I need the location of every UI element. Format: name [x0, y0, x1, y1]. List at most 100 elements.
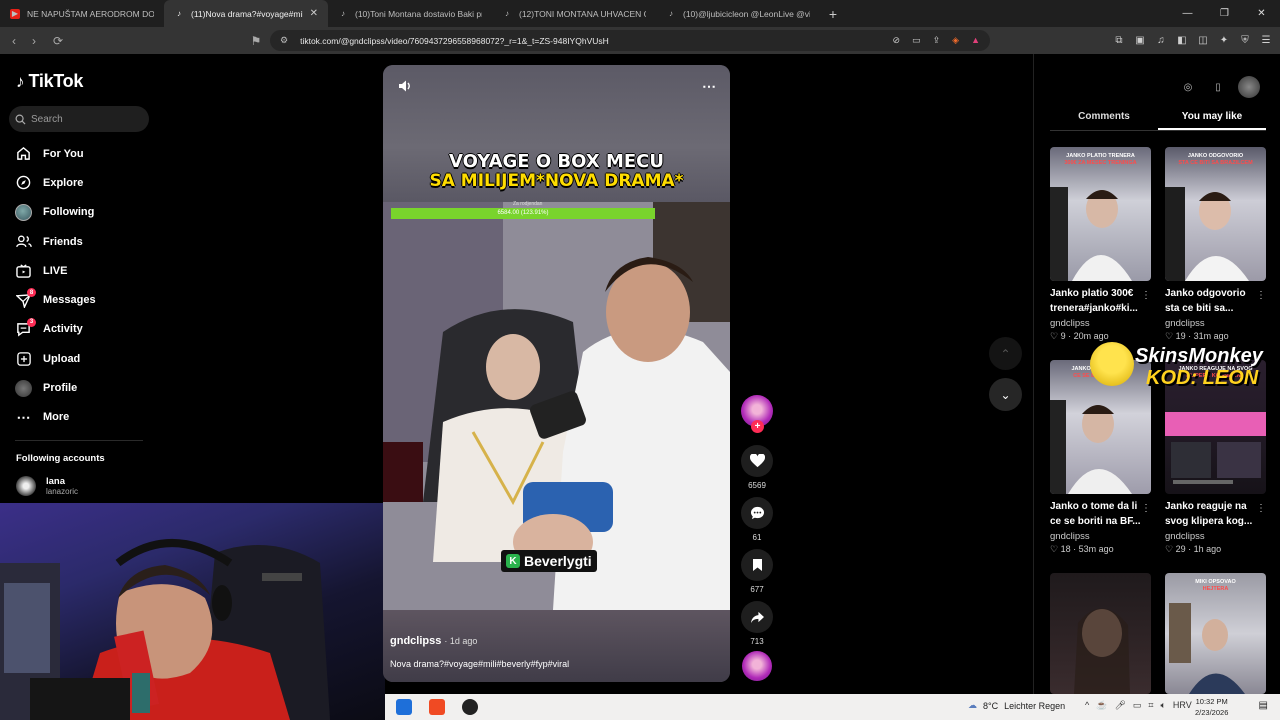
coins-icon[interactable]: ◎	[1178, 77, 1198, 97]
video-player[interactable]: VOYAGE O BOX MECU SA MILIJEM*NOVA DRAMA*…	[383, 65, 730, 682]
mic-icon[interactable]: 🎤︎	[1114, 700, 1125, 711]
sidebar-item-activity[interactable]: 3 Activity	[15, 315, 155, 344]
menu-icon[interactable]: ☰	[1260, 30, 1272, 50]
tab-comments[interactable]: Comments	[1050, 107, 1158, 130]
sidebar-item-for-you[interactable]: For You	[15, 139, 155, 168]
bookmark-icon[interactable]	[741, 549, 773, 581]
card-title[interactable]: Janko odgovorio sta ce biti sa...	[1165, 286, 1260, 316]
volume-icon[interactable]: 🔈︎	[1160, 700, 1165, 711]
leo-icon[interactable]: ✦	[1218, 30, 1230, 50]
outlook-icon[interactable]	[396, 699, 412, 715]
sidebar-item-more[interactable]: ⋯ More	[15, 403, 155, 432]
network-icon[interactable]: ⌗	[1148, 700, 1153, 711]
tiktok-logo[interactable]: ♪ TikTok	[16, 71, 83, 92]
follow-plus-icon[interactable]: +	[751, 420, 764, 433]
new-tab-button[interactable]: +	[820, 6, 846, 22]
card-title[interactable]: Janko reaguje na svog klipera kog...	[1165, 499, 1260, 529]
clock[interactable]: 10:32 PM 2/23/2026	[1195, 696, 1228, 718]
tab-1[interactable]: ♪ (11)Nova drama?#voyage#mili# ✕	[164, 0, 328, 27]
video-thumbnail[interactable]	[1050, 573, 1151, 694]
share-icon[interactable]	[741, 601, 773, 633]
app-icon[interactable]	[462, 699, 478, 715]
video-thumbnail[interactable]: MIKI OPSOVAO HEJTERA	[1165, 573, 1266, 694]
recommended-video-card[interactable]: MIKI OPSOVAO HEJTERA	[1165, 573, 1266, 694]
extensions-icon[interactable]: ⧉	[1113, 30, 1125, 50]
heart-icon[interactable]	[741, 445, 773, 477]
back-icon[interactable]: ‹	[4, 31, 24, 51]
minimize-icon[interactable]: —	[1169, 0, 1206, 27]
like-action[interactable]: 6569	[741, 445, 773, 490]
recommended-video-card[interactable]: JANKO ODGOVORIO STA CE BITI SA BRAZILCEM …	[1165, 147, 1266, 342]
share-icon[interactable]: ⇪	[933, 35, 941, 46]
sidebar-item-friends[interactable]: Friends	[15, 227, 155, 256]
no-tracking-icon[interactable]: ⊘	[893, 35, 901, 46]
wallet-icon[interactable]: ▣	[1134, 30, 1146, 50]
sound-avatar[interactable]	[742, 651, 772, 681]
device-icon[interactable]: ▯	[1208, 77, 1228, 97]
sidebar-icon[interactable]: ◧	[1176, 30, 1188, 50]
tab-0[interactable]: ▶ NE NAPUŠTAM AERODROM DOK M	[0, 0, 164, 27]
recommended-video-card[interactable]: JANKO PLATIO TRENERA 300€ ZA MESEC TRENIN…	[1050, 147, 1151, 342]
save-action[interactable]: 677	[741, 549, 773, 594]
weather-widget[interactable]: ☁ 8°C Leichter Regen	[968, 700, 1065, 711]
sidebar-item-upload[interactable]: Upload	[15, 344, 155, 373]
vpn-icon[interactable]: ⛨	[1239, 30, 1251, 50]
site-info-icon[interactable]: ⚙	[280, 35, 288, 46]
forward-icon[interactable]: ›	[24, 31, 44, 51]
notification-icon[interactable]: ▤	[1259, 700, 1268, 711]
author-name[interactable]: gndclipss	[390, 635, 441, 647]
close-window-icon[interactable]: ✕	[1243, 0, 1280, 27]
comment-icon[interactable]	[741, 497, 773, 529]
volume-icon[interactable]	[397, 78, 413, 94]
video-description[interactable]: Nova drama?#voyage#mili#beverly#fyp#vira…	[390, 659, 569, 669]
sidebar-item-messages[interactable]: 8 Messages	[15, 285, 155, 314]
more-options-icon[interactable]: ⋮	[1256, 290, 1266, 301]
brave-rewards-icon[interactable]: ▲	[971, 35, 980, 46]
card-title[interactable]: Janko platio 300€ trenera#janko#ki...	[1050, 286, 1145, 316]
recommended-video-card[interactable]	[1050, 573, 1151, 694]
video-thumbnail[interactable]: JANKO ODGOVORIO STA CE BITI SA BRAZILCEM	[1165, 147, 1266, 281]
tab-3[interactable]: ♪ (12)TONI MONTANA UHVACEN OD S	[492, 0, 656, 27]
sidebar-item-explore[interactable]: Explore	[15, 168, 155, 197]
display-icon[interactable]: ▭	[1133, 700, 1142, 711]
reload-icon[interactable]: ⟳	[48, 31, 68, 51]
more-options-icon[interactable]: ⋯	[702, 78, 716, 95]
brave-icon[interactable]	[429, 699, 445, 715]
close-tab-icon[interactable]: ✕	[310, 8, 318, 19]
search-box[interactable]	[9, 106, 149, 132]
more-options-icon[interactable]: ⋮	[1141, 290, 1151, 301]
more-options-icon[interactable]: ⋮	[1256, 503, 1266, 514]
previous-video-button[interactable]: ⌃	[989, 337, 1022, 370]
card-author[interactable]: gndclipss	[1165, 531, 1266, 542]
sidebar-item-following[interactable]: Following	[15, 198, 155, 227]
tab-search-icon[interactable]: ◫	[1197, 30, 1209, 50]
tab-2[interactable]: ♪ (10)Toni Montana dostavio Baki prete	[328, 0, 492, 27]
video-thumbnail[interactable]: JANKO PLATIO TRENERA 300€ ZA MESEC TRENIN…	[1050, 147, 1151, 281]
search-input[interactable]	[31, 113, 141, 125]
next-video-button[interactable]: ⌄	[989, 378, 1022, 411]
sidebar-item-profile[interactable]: Profile	[15, 373, 155, 402]
brave-shield-icon[interactable]: ◈	[952, 35, 959, 46]
user-avatar[interactable]	[1238, 76, 1260, 98]
restore-icon[interactable]: ❐	[1206, 0, 1243, 27]
video-author[interactable]: gndclipss · 1d ago	[390, 635, 477, 647]
comment-action[interactable]: 61	[741, 497, 773, 542]
sidebar-item-live[interactable]: LIVE	[15, 256, 155, 285]
media-icon[interactable]: ♫	[1155, 30, 1167, 50]
cup-icon[interactable]: ☕	[1096, 700, 1107, 711]
more-options-icon[interactable]: ⋮	[1141, 503, 1151, 514]
tab-you-may-like[interactable]: You may like	[1158, 107, 1266, 130]
card-author[interactable]: gndclipss	[1050, 531, 1151, 542]
sound-action[interactable]	[741, 651, 773, 681]
share-action[interactable]: 713	[741, 601, 773, 646]
card-author[interactable]: gndclipss	[1165, 318, 1266, 329]
card-title[interactable]: Janko o tome da li ce se boriti na BF...	[1050, 499, 1145, 529]
creator-avatar[interactable]: +	[741, 395, 773, 433]
following-account[interactable]: lana lanazoric	[16, 476, 78, 496]
url-field[interactable]: ⚙ tiktok.com/@gndclipss/video/7609437296…	[270, 30, 990, 51]
tab-4[interactable]: ♪ (10)@ljubicicleon @LeonLive @vido	[656, 0, 820, 27]
card-author[interactable]: gndclipss	[1050, 318, 1151, 329]
chevron-up-icon[interactable]: ^	[1085, 700, 1089, 711]
pip-icon[interactable]: ▭	[912, 35, 921, 46]
bookmark-icon[interactable]: ⚑	[246, 31, 266, 51]
